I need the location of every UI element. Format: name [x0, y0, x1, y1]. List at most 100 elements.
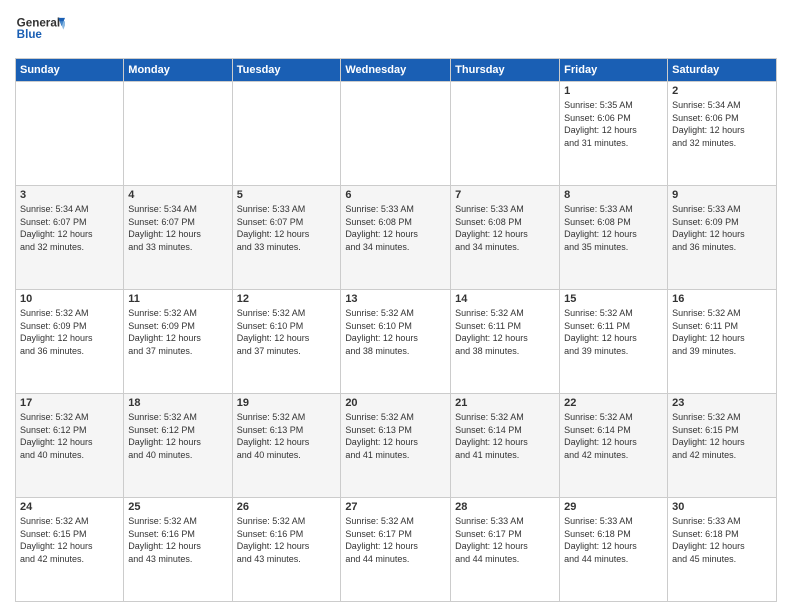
day-number: 27	[345, 501, 446, 513]
calendar-cell: 21 Sunrise: 5:32 AM Sunset: 6:14 PM Dayli…	[451, 394, 560, 498]
day-info: Sunrise: 5:33 AM Sunset: 6:08 PM Dayligh…	[564, 203, 663, 253]
calendar-cell	[232, 82, 341, 186]
day-number: 15	[564, 293, 663, 305]
day-info: Sunrise: 5:32 AM Sunset: 6:15 PM Dayligh…	[20, 515, 119, 565]
day-info: Sunrise: 5:32 AM Sunset: 6:16 PM Dayligh…	[237, 515, 337, 565]
logo-icon: General Blue	[15, 10, 65, 50]
day-number: 3	[20, 189, 119, 201]
day-info: Sunrise: 5:33 AM Sunset: 6:17 PM Dayligh…	[455, 515, 555, 565]
calendar-cell: 7 Sunrise: 5:33 AM Sunset: 6:08 PM Daylig…	[451, 186, 560, 290]
day-number: 17	[20, 397, 119, 409]
calendar-cell: 6 Sunrise: 5:33 AM Sunset: 6:08 PM Daylig…	[341, 186, 451, 290]
calendar-cell	[451, 82, 560, 186]
calendar-cell: 9 Sunrise: 5:33 AM Sunset: 6:09 PM Daylig…	[668, 186, 777, 290]
calendar-cell: 27 Sunrise: 5:32 AM Sunset: 6:17 PM Dayli…	[341, 498, 451, 602]
day-number: 9	[672, 189, 772, 201]
day-info: Sunrise: 5:32 AM Sunset: 6:11 PM Dayligh…	[672, 307, 772, 357]
day-number: 2	[672, 85, 772, 97]
day-info: Sunrise: 5:32 AM Sunset: 6:11 PM Dayligh…	[455, 307, 555, 357]
calendar-week-row: 1 Sunrise: 5:35 AM Sunset: 6:06 PM Daylig…	[16, 82, 777, 186]
day-info: Sunrise: 5:33 AM Sunset: 6:07 PM Dayligh…	[237, 203, 337, 253]
day-info: Sunrise: 5:33 AM Sunset: 6:08 PM Dayligh…	[455, 203, 555, 253]
day-info: Sunrise: 5:32 AM Sunset: 6:13 PM Dayligh…	[345, 411, 446, 461]
calendar-cell: 16 Sunrise: 5:32 AM Sunset: 6:11 PM Dayli…	[668, 290, 777, 394]
calendar-cell: 25 Sunrise: 5:32 AM Sunset: 6:16 PM Dayli…	[124, 498, 232, 602]
calendar-cell: 13Sunrise: 5:32 AM Sunset: 6:10 PM Dayli…	[341, 290, 451, 394]
day-info: Sunrise: 5:32 AM Sunset: 6:17 PM Dayligh…	[345, 515, 446, 565]
calendar-cell	[16, 82, 124, 186]
day-number: 1	[564, 85, 663, 97]
calendar: SundayMondayTuesdayWednesdayThursdayFrid…	[15, 58, 777, 602]
calendar-cell: 4Sunrise: 5:34 AM Sunset: 6:07 PM Daylig…	[124, 186, 232, 290]
calendar-col-header: Wednesday	[341, 59, 451, 82]
day-info: Sunrise: 5:33 AM Sunset: 6:18 PM Dayligh…	[672, 515, 772, 565]
calendar-cell: 19Sunrise: 5:32 AM Sunset: 6:13 PM Dayli…	[232, 394, 341, 498]
day-info: Sunrise: 5:32 AM Sunset: 6:12 PM Dayligh…	[20, 411, 119, 461]
day-info: Sunrise: 5:33 AM Sunset: 6:09 PM Dayligh…	[672, 203, 772, 253]
day-number: 25	[128, 501, 227, 513]
svg-text:Blue: Blue	[17, 28, 43, 41]
calendar-col-header: Saturday	[668, 59, 777, 82]
day-number: 20	[345, 397, 446, 409]
page-header: General Blue	[15, 10, 777, 50]
day-info: Sunrise: 5:32 AM Sunset: 6:09 PM Dayligh…	[20, 307, 119, 357]
calendar-cell: 11 Sunrise: 5:32 AM Sunset: 6:09 PM Dayli…	[124, 290, 232, 394]
calendar-cell: 12Sunrise: 5:32 AM Sunset: 6:10 PM Dayli…	[232, 290, 341, 394]
day-number: 13	[345, 293, 446, 305]
calendar-week-row: 10 Sunrise: 5:32 AM Sunset: 6:09 PM Dayli…	[16, 290, 777, 394]
calendar-cell: 18 Sunrise: 5:32 AM Sunset: 6:12 PM Dayli…	[124, 394, 232, 498]
calendar-col-header: Sunday	[16, 59, 124, 82]
calendar-cell: 28Sunrise: 5:33 AM Sunset: 6:17 PM Dayli…	[451, 498, 560, 602]
day-number: 11	[128, 293, 227, 305]
day-info: Sunrise: 5:32 AM Sunset: 6:15 PM Dayligh…	[672, 411, 772, 461]
day-number: 23	[672, 397, 772, 409]
day-info: Sunrise: 5:32 AM Sunset: 6:13 PM Dayligh…	[237, 411, 337, 461]
day-number: 8	[564, 189, 663, 201]
day-number: 24	[20, 501, 119, 513]
calendar-cell: 15 Sunrise: 5:32 AM Sunset: 6:11 PM Dayli…	[560, 290, 668, 394]
calendar-week-row: 24 Sunrise: 5:32 AM Sunset: 6:15 PM Dayli…	[16, 498, 777, 602]
calendar-cell: 24 Sunrise: 5:32 AM Sunset: 6:15 PM Dayli…	[16, 498, 124, 602]
day-info: Sunrise: 5:32 AM Sunset: 6:14 PM Dayligh…	[455, 411, 555, 461]
calendar-table: SundayMondayTuesdayWednesdayThursdayFrid…	[15, 58, 777, 602]
day-number: 4	[128, 189, 227, 201]
calendar-header-row: SundayMondayTuesdayWednesdayThursdayFrid…	[16, 59, 777, 82]
calendar-cell: 3 Sunrise: 5:34 AM Sunset: 6:07 PM Daylig…	[16, 186, 124, 290]
day-info: Sunrise: 5:32 AM Sunset: 6:11 PM Dayligh…	[564, 307, 663, 357]
calendar-col-header: Tuesday	[232, 59, 341, 82]
day-info: Sunrise: 5:32 AM Sunset: 6:16 PM Dayligh…	[128, 515, 227, 565]
day-number: 5	[237, 189, 337, 201]
day-number: 7	[455, 189, 555, 201]
day-number: 18	[128, 397, 227, 409]
calendar-cell: 17 Sunrise: 5:32 AM Sunset: 6:12 PM Dayli…	[16, 394, 124, 498]
day-info: Sunrise: 5:35 AM Sunset: 6:06 PM Dayligh…	[564, 99, 663, 149]
calendar-cell: 20 Sunrise: 5:32 AM Sunset: 6:13 PM Dayli…	[341, 394, 451, 498]
calendar-col-header: Thursday	[451, 59, 560, 82]
day-number: 22	[564, 397, 663, 409]
day-info: Sunrise: 5:34 AM Sunset: 6:07 PM Dayligh…	[20, 203, 119, 253]
day-number: 10	[20, 293, 119, 305]
calendar-week-row: 17 Sunrise: 5:32 AM Sunset: 6:12 PM Dayli…	[16, 394, 777, 498]
day-info: Sunrise: 5:34 AM Sunset: 6:06 PM Dayligh…	[672, 99, 772, 149]
calendar-cell: 1 Sunrise: 5:35 AM Sunset: 6:06 PM Daylig…	[560, 82, 668, 186]
day-number: 21	[455, 397, 555, 409]
calendar-cell: 8 Sunrise: 5:33 AM Sunset: 6:08 PM Daylig…	[560, 186, 668, 290]
day-number: 16	[672, 293, 772, 305]
day-info: Sunrise: 5:33 AM Sunset: 6:18 PM Dayligh…	[564, 515, 663, 565]
calendar-cell: 23 Sunrise: 5:32 AM Sunset: 6:15 PM Dayli…	[668, 394, 777, 498]
calendar-cell: 10 Sunrise: 5:32 AM Sunset: 6:09 PM Dayli…	[16, 290, 124, 394]
day-info: Sunrise: 5:32 AM Sunset: 6:14 PM Dayligh…	[564, 411, 663, 461]
day-number: 6	[345, 189, 446, 201]
day-info: Sunrise: 5:32 AM Sunset: 6:12 PM Dayligh…	[128, 411, 227, 461]
calendar-cell: 30 Sunrise: 5:33 AM Sunset: 6:18 PM Dayli…	[668, 498, 777, 602]
day-number: 14	[455, 293, 555, 305]
day-number: 30	[672, 501, 772, 513]
calendar-cell: 22 Sunrise: 5:32 AM Sunset: 6:14 PM Dayli…	[560, 394, 668, 498]
calendar-cell: 5 Sunrise: 5:33 AM Sunset: 6:07 PM Daylig…	[232, 186, 341, 290]
calendar-cell: 2 Sunrise: 5:34 AM Sunset: 6:06 PM Daylig…	[668, 82, 777, 186]
calendar-cell	[124, 82, 232, 186]
calendar-col-header: Friday	[560, 59, 668, 82]
day-info: Sunrise: 5:33 AM Sunset: 6:08 PM Dayligh…	[345, 203, 446, 253]
page-container: General Blue SundayMondayTuesdayWednesda…	[0, 0, 792, 612]
day-info: Sunrise: 5:32 AM Sunset: 6:09 PM Dayligh…	[128, 307, 227, 357]
